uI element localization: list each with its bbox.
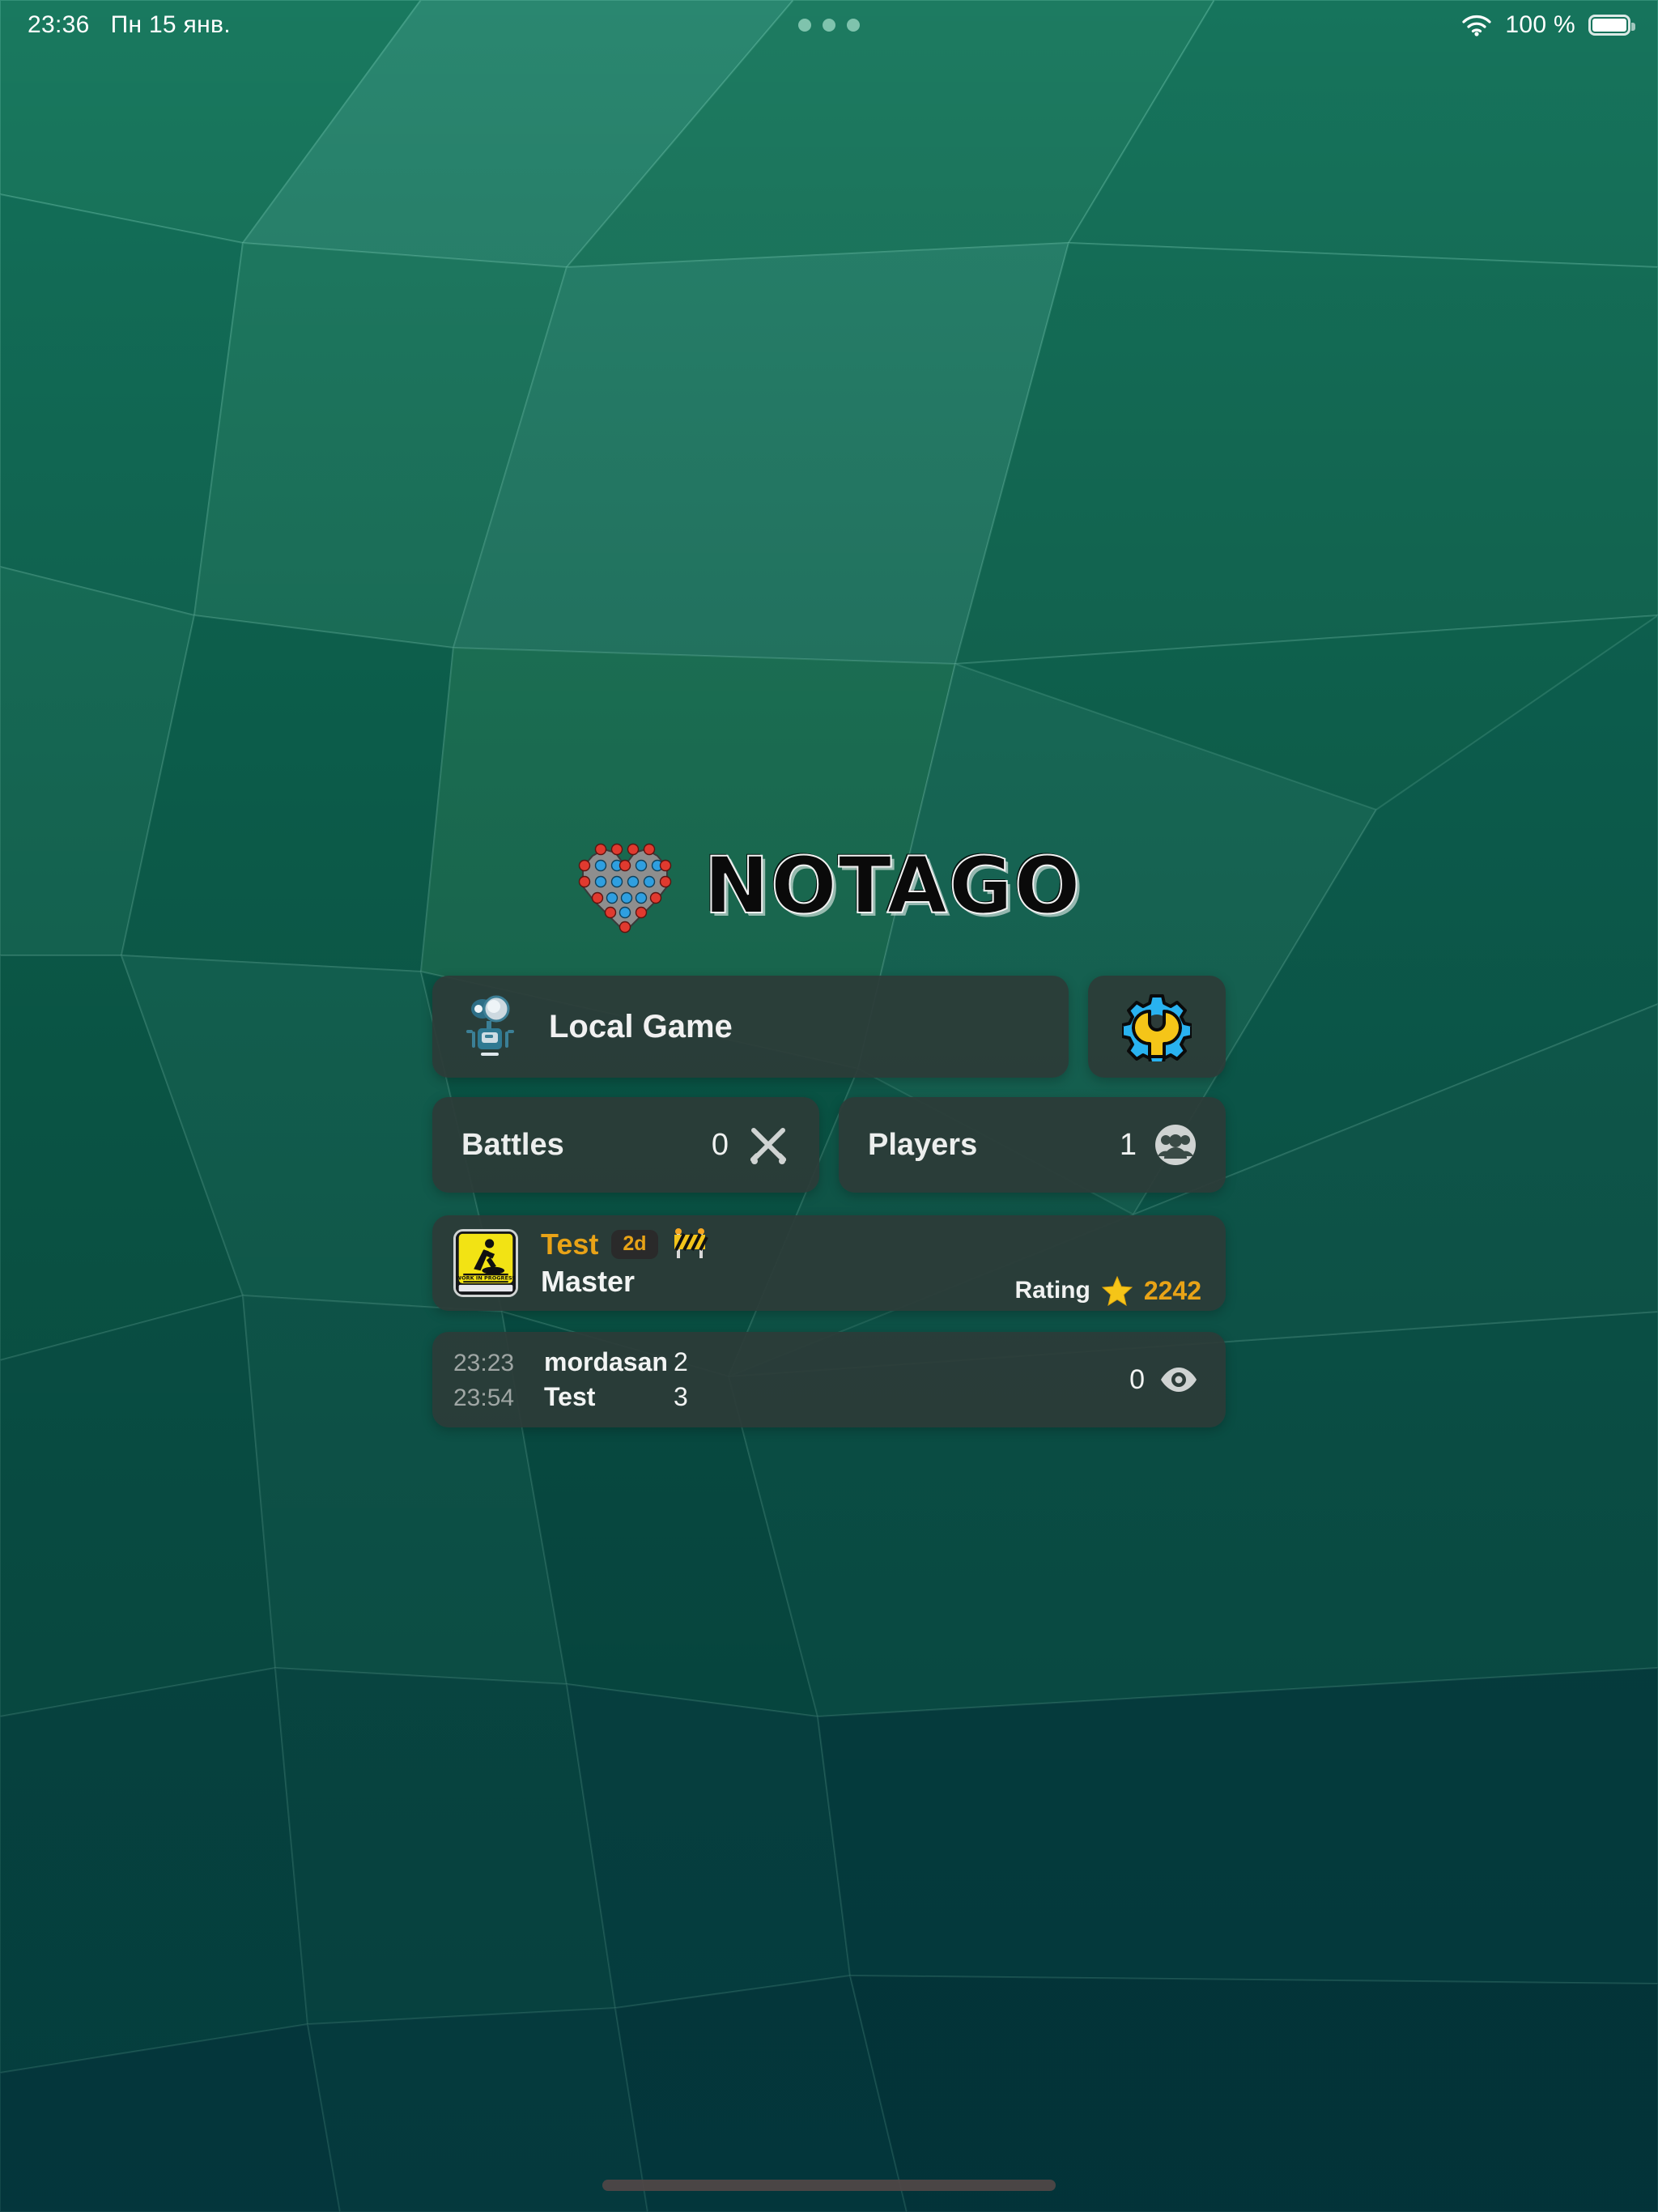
gear-wrench-icon	[1122, 994, 1192, 1061]
status-bar-center	[0, 19, 1658, 32]
spectators-count: 0	[1129, 1363, 1145, 1395]
match-time: 23:23	[453, 1350, 515, 1376]
eye-icon	[1161, 1368, 1197, 1392]
main-content: NOTAGO Local Game Battles 0 Players 1 WO…	[432, 838, 1226, 1427]
battery-full-icon	[1588, 15, 1635, 36]
status-bar-right: 100 %	[1461, 11, 1635, 39]
settings-button[interactable]	[1088, 976, 1226, 1078]
status-bar: 23:36 Пн 15 янв. 100 %	[0, 0, 1658, 50]
match-time: 23:54	[453, 1385, 515, 1411]
battles-card[interactable]: Battles 0	[432, 1097, 819, 1193]
players-card[interactable]: Players 1	[839, 1097, 1226, 1193]
star-icon	[1101, 1275, 1133, 1306]
stats-row: Battles 0 Players 1	[432, 1097, 1226, 1193]
crossed-swords-icon	[750, 1128, 787, 1164]
app-screen: 23:36 Пн 15 янв. 100 % NOTAGO Local Game…	[0, 0, 1658, 2212]
profile-rank: Master	[541, 1265, 636, 1298]
battles-count: 0	[711, 1127, 729, 1162]
profile-name-row: Test 2d	[541, 1227, 708, 1261]
status-time: 23:36	[28, 11, 90, 38]
status-date: Пн 15 янв.	[110, 11, 231, 38]
profile-texts: Test 2d Master	[541, 1227, 708, 1299]
battles-label: Battles	[461, 1127, 564, 1162]
match-player: mordasan	[544, 1347, 668, 1376]
brand-header: NOTAGO	[432, 838, 1226, 934]
robot-icon	[466, 995, 514, 1056]
wifi-icon	[1462, 15, 1492, 36]
profile-card[interactable]: WORK IN PROGRESS Test 2d Master Rating 2…	[432, 1215, 1226, 1311]
home-indicator[interactable]	[602, 2180, 1056, 2191]
svg-text:WORK IN PROGRESS: WORK IN PROGRESS	[456, 1274, 516, 1281]
match-rows: 23:23 mordasan 2 23:54 Test 3	[453, 1347, 688, 1412]
spectators-group[interactable]: 0	[1129, 1364, 1198, 1396]
players-value-group: 1	[1120, 1124, 1197, 1166]
profile-age-badge: 2d	[611, 1230, 658, 1259]
page-title: NOTAGO	[704, 840, 1082, 931]
heart-dots-logo-icon	[578, 843, 671, 934]
rating-value: 2242	[1143, 1275, 1201, 1305]
table-row: 23:54 Test 3	[453, 1382, 688, 1412]
status-bar-left: 23:36 Пн 15 янв.	[28, 11, 231, 39]
table-row: 23:23 mordasan 2	[453, 1347, 688, 1377]
profile-name: Test	[541, 1227, 599, 1261]
recent-match-card[interactable]: 23:23 mordasan 2 23:54 Test 3 0	[432, 1332, 1226, 1427]
local-game-button[interactable]: Local Game	[432, 976, 1069, 1078]
battles-value-group: 0	[712, 1123, 790, 1167]
rating-label: Rating	[1014, 1277, 1090, 1304]
players-count: 1	[1119, 1127, 1137, 1162]
avatar[interactable]: WORK IN PROGRESS	[453, 1229, 518, 1297]
match-score: 3	[674, 1382, 688, 1411]
work-in-progress-sign-icon: WORK IN PROGRESS	[456, 1231, 516, 1295]
three-dots-handle-icon[interactable]	[798, 19, 860, 32]
match-player: Test	[544, 1382, 596, 1411]
players-label: Players	[868, 1127, 978, 1162]
construction-barrier-icon	[674, 1228, 708, 1258]
battery-percent-label: 100 %	[1505, 11, 1575, 38]
people-group-icon	[1155, 1125, 1196, 1165]
local-game-label: Local Game	[549, 1008, 733, 1044]
rating-group: Rating 2242	[1014, 1275, 1201, 1306]
primary-actions-row: Local Game	[432, 976, 1226, 1078]
match-score: 2	[674, 1347, 688, 1376]
